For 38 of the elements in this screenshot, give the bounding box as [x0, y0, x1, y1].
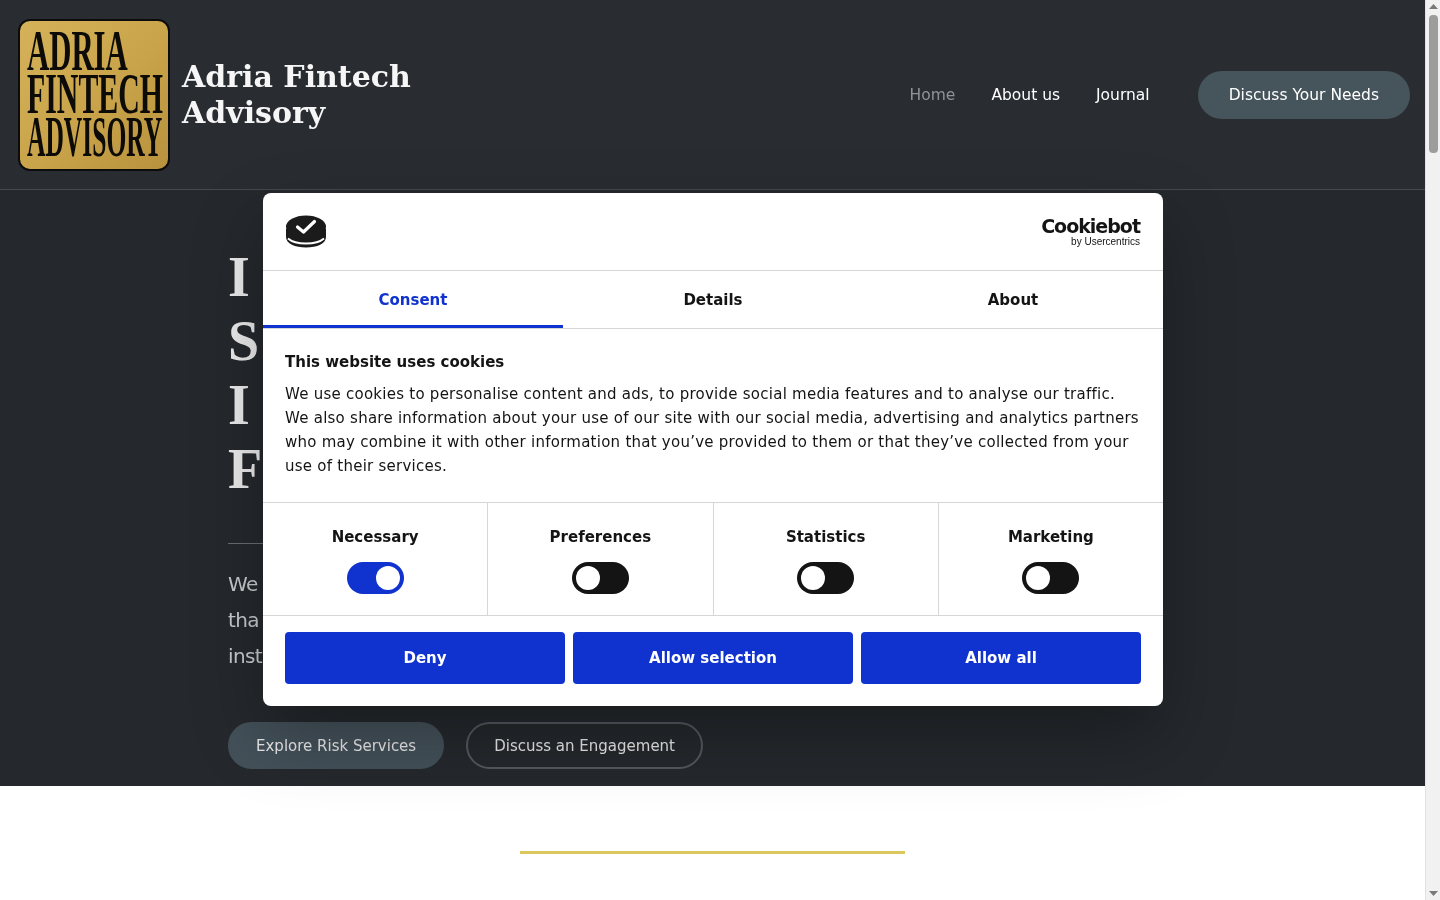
hero-button[interactable]: Explore Risk Services [228, 722, 445, 769]
dialog-title: This website uses cookies [285, 352, 506, 372]
toggle-switch[interactable] [571, 562, 629, 594]
logo-text: FINTECH [27, 71, 164, 115]
logo-text: ADRIA [27, 28, 128, 72]
hero-heading-text: F [228, 438, 263, 500]
nav-link[interactable]: Journal [1096, 85, 1150, 104]
nav-link[interactable]: About us [991, 85, 1061, 104]
category-label: Marketing [1007, 527, 1094, 547]
hero-heading-text: I [228, 374, 250, 436]
nav-link[interactable]: Home [909, 85, 956, 104]
hero-paragraph-text: We [228, 572, 258, 596]
consent-button[interactable]: Allow all [861, 632, 1141, 684]
hero-paragraph-text: inst [228, 644, 263, 668]
checkmark-disc-icon [285, 215, 327, 248]
brand-byline: by Usercentrics [1071, 236, 1140, 247]
hero-heading-text: I [228, 246, 250, 308]
hero-paragraph-text: tha [228, 608, 259, 632]
dialog-text: We use cookies to personalise content and ads, to provide social media features and to analyse our traffic. We also share information about your use of our site with our social media, advertising and analytics partners who may combine it with other information that you’ve provided to them or that they’ve collected from your use of their services. [285, 384, 1140, 477]
category-label: Necessary [331, 527, 419, 547]
site-title: Adria Fintech Advisory [182, 58, 412, 131]
category-label: Preferences [549, 527, 652, 547]
toggle-switch[interactable] [346, 562, 404, 594]
cta-button[interactable]: Discuss Your Needs [1197, 70, 1410, 119]
hero-button[interactable]: Discuss an Engagement [466, 722, 703, 769]
brand-logo-text: Cookiebot [1041, 216, 1140, 236]
toggle-switch[interactable] [797, 562, 855, 594]
consent-button[interactable]: Allow selection [573, 632, 853, 684]
scroll-up-arrow-icon[interactable] [1428, 4, 1438, 9]
hero-heading-text: S [228, 310, 260, 372]
category-label: Statistics [785, 527, 866, 547]
scrollbar-thumb[interactable] [1428, 15, 1438, 153]
logo-text: ADVISORY [27, 114, 163, 158]
scroll-down-arrow-icon[interactable] [1428, 891, 1438, 896]
toggle-switch[interactable] [1022, 562, 1080, 594]
scrollbar-track[interactable] [1425, 0, 1440, 900]
consent-button[interactable]: Deny [285, 632, 565, 684]
dialog-tab[interactable]: Consent [263, 271, 563, 328]
